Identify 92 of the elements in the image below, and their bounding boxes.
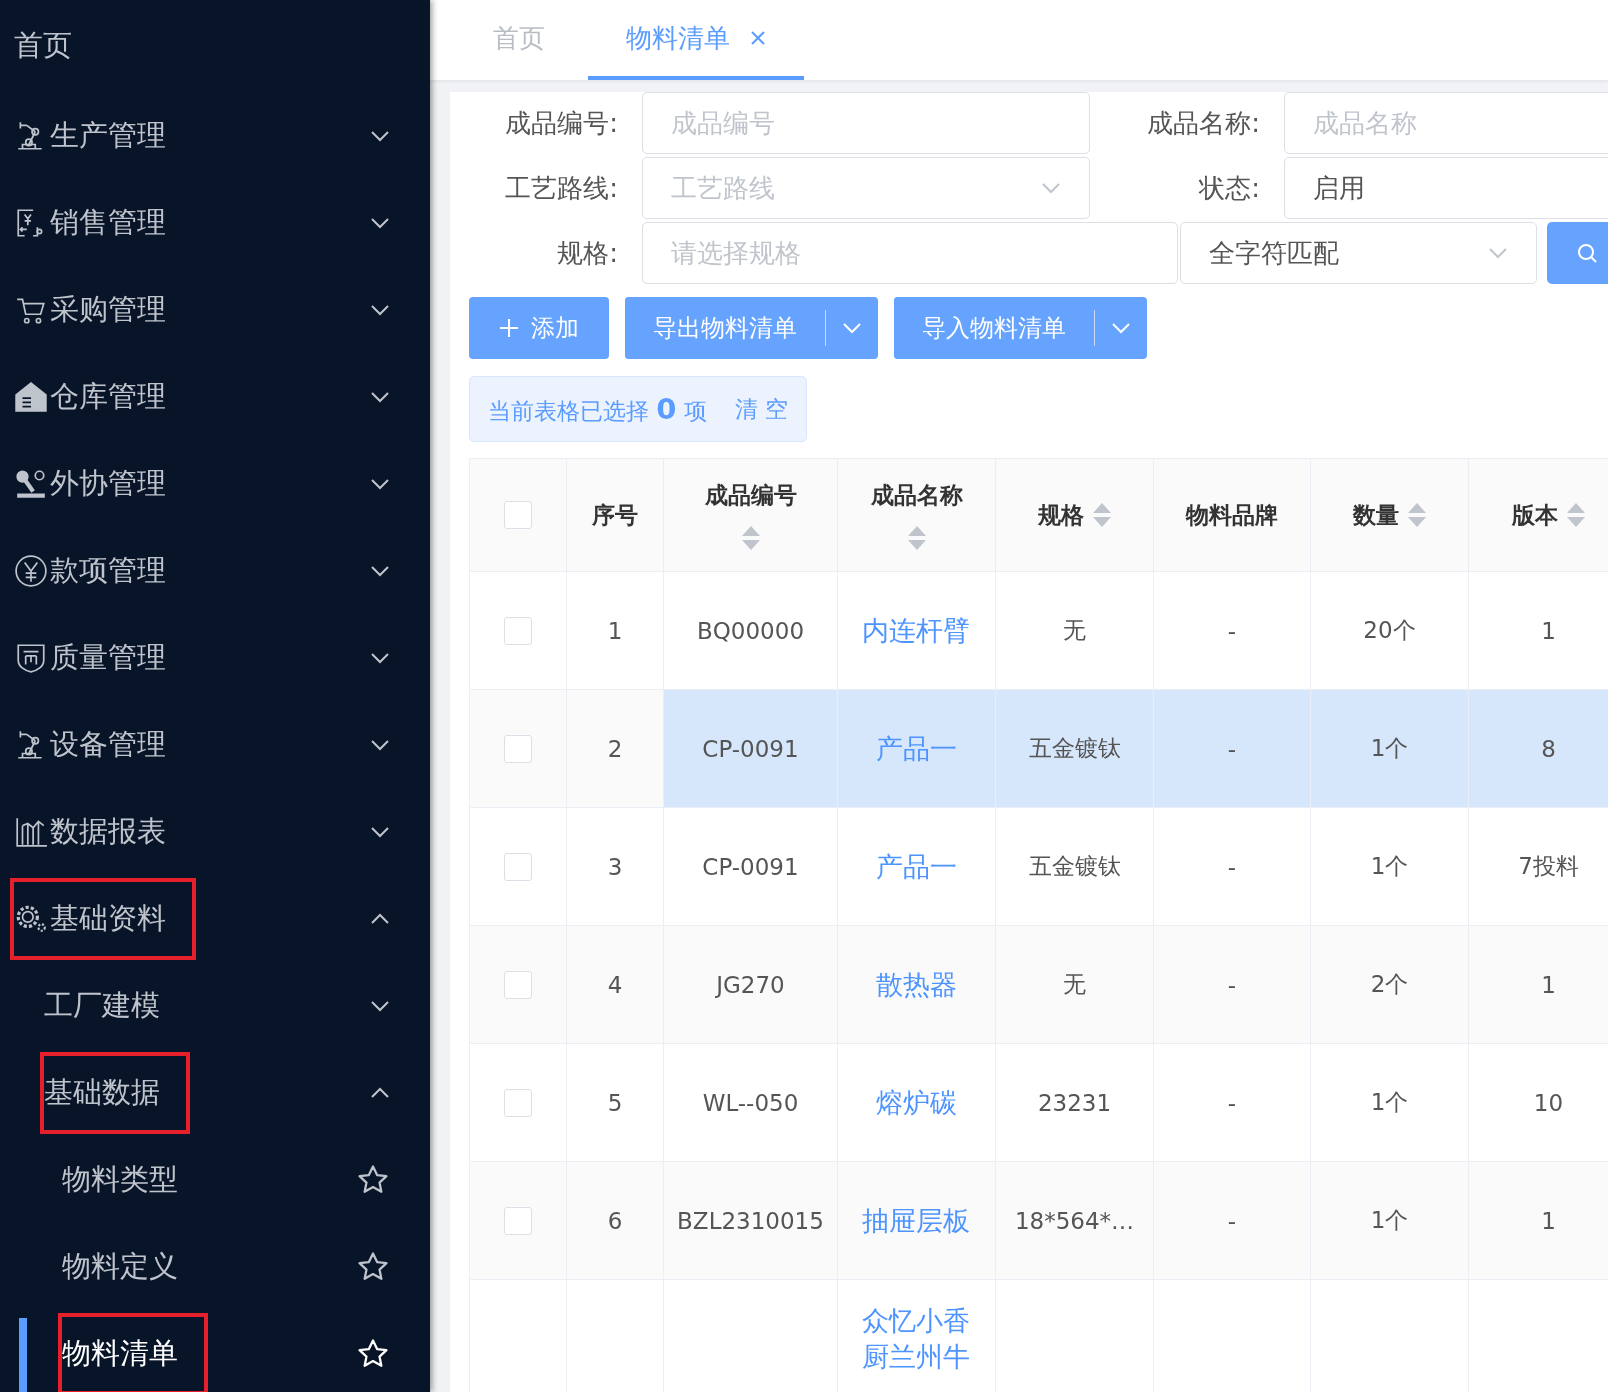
menu-item[interactable]: 物料定义 bbox=[62, 1246, 178, 1287]
table-cell: 1 bbox=[607, 617, 623, 644]
table-cell: 1 bbox=[1541, 1207, 1556, 1234]
table-cell: 无 bbox=[1063, 617, 1086, 643]
menu-item[interactable]: 采购管理 bbox=[50, 289, 166, 330]
table-cell: 五金镀钛 bbox=[1028, 853, 1121, 879]
column-header: 成品名称 bbox=[870, 480, 963, 510]
input-field[interactable]: 成品编号 bbox=[642, 92, 1090, 154]
menu-item[interactable]: 基础资料 bbox=[50, 898, 166, 939]
chevron-down-icon bbox=[1488, 247, 1508, 259]
table-cell: 6 bbox=[607, 1207, 623, 1234]
menu-item[interactable]: 生产管理 bbox=[50, 115, 166, 156]
menu-item[interactable]: 基础数据 bbox=[44, 1072, 160, 1113]
table-cell: 1个 bbox=[1370, 1089, 1409, 1115]
checkbox[interactable] bbox=[504, 970, 532, 999]
table-cell: 10 bbox=[1533, 1089, 1564, 1116]
search-icon bbox=[1575, 241, 1599, 265]
menu-item[interactable]: 数据报表 bbox=[50, 811, 166, 852]
table-cell: 7投料 bbox=[1518, 853, 1579, 879]
table-cell: 1个 bbox=[1370, 1207, 1409, 1233]
table-cell: JG270 bbox=[716, 971, 785, 998]
column-header: 物料品牌 bbox=[1186, 500, 1278, 530]
table-cell: 1 bbox=[1541, 617, 1556, 644]
input-field[interactable]: 成品名称 bbox=[1284, 92, 1608, 154]
column-header: 成品编号 bbox=[704, 480, 797, 510]
checkbox[interactable] bbox=[504, 852, 532, 881]
table-cell: 8 bbox=[1541, 735, 1556, 762]
field-label: 规格: bbox=[556, 236, 618, 270]
column-header: 规格 bbox=[1037, 500, 1084, 530]
table-cell: CP-0091 bbox=[702, 735, 799, 762]
select-field[interactable]: 全字符匹配 bbox=[1180, 222, 1537, 284]
checkbox[interactable] bbox=[504, 1206, 532, 1235]
table-cell: 23231 bbox=[1037, 1089, 1112, 1116]
table-cell: 4 bbox=[607, 971, 623, 998]
menu-item[interactable]: 物料清单 bbox=[62, 1333, 178, 1374]
chevron-down-icon bbox=[842, 322, 862, 334]
menu-item[interactable]: 款项管理 bbox=[50, 550, 166, 591]
table-cell: CP-0091 bbox=[702, 853, 799, 880]
table-cell: 无 bbox=[1063, 971, 1086, 997]
field-label: 状态: bbox=[1197, 171, 1260, 205]
table-cell: - bbox=[1227, 1207, 1237, 1234]
menu-item[interactable]: 外协管理 bbox=[50, 463, 166, 504]
table-cell: 20个 bbox=[1363, 617, 1416, 643]
table-cell: - bbox=[1227, 617, 1237, 644]
menu-item[interactable]: 仓库管理 bbox=[50, 376, 166, 417]
table-cell: 2个 bbox=[1370, 971, 1409, 997]
close-icon[interactable] bbox=[750, 30, 766, 46]
sort-icon[interactable] bbox=[1565, 502, 1586, 528]
menu-item[interactable]: 设备管理 bbox=[50, 724, 166, 765]
checkbox[interactable] bbox=[504, 501, 532, 530]
table-cell: BQ00000 bbox=[696, 617, 805, 644]
search-button[interactable] bbox=[1547, 222, 1608, 284]
column-header: 序号 bbox=[592, 500, 638, 530]
sort-icon[interactable] bbox=[1406, 502, 1427, 528]
table-cell: - bbox=[1227, 735, 1237, 762]
table-cell: 五金镀钛 bbox=[1028, 735, 1121, 761]
table-cell: 1 bbox=[1541, 971, 1556, 998]
table-cell: 1个 bbox=[1370, 735, 1409, 761]
input-field[interactable]: 启用 bbox=[1284, 157, 1608, 219]
chevron-down-icon bbox=[1111, 322, 1131, 334]
menu-item[interactable]: 首页 bbox=[14, 26, 72, 66]
chevron-down-icon bbox=[1041, 182, 1061, 194]
checkbox[interactable] bbox=[504, 616, 532, 645]
table-cell: - bbox=[1227, 971, 1237, 998]
menu-item[interactable]: 物料类型 bbox=[62, 1159, 178, 1200]
field-label: 工艺路线: bbox=[504, 171, 618, 205]
field-label: 成品名称: bbox=[1146, 106, 1260, 140]
sort-icon[interactable] bbox=[740, 524, 761, 551]
table-cell: BZL2310015 bbox=[677, 1207, 824, 1234]
table-cell: 2 bbox=[607, 735, 623, 762]
table-cell: 5 bbox=[607, 1089, 623, 1116]
table-cell: 1个 bbox=[1370, 853, 1409, 879]
column-header: 版本 bbox=[1511, 500, 1558, 530]
menu-item[interactable]: 质量管理 bbox=[50, 637, 166, 678]
sort-icon[interactable] bbox=[1091, 502, 1112, 528]
selection-count-text: 当前表格已选择 0 项 bbox=[488, 391, 707, 427]
plus-icon bbox=[499, 318, 519, 338]
table-cell: - bbox=[1227, 1089, 1237, 1116]
menu-item[interactable]: 销售管理 bbox=[50, 202, 166, 243]
table-cell: WL--050 bbox=[702, 1089, 799, 1116]
warehouse-icon bbox=[14, 379, 48, 414]
table-cell: - bbox=[1227, 853, 1237, 880]
sort-icon[interactable] bbox=[906, 524, 927, 551]
input-field[interactable]: 请选择规格 bbox=[642, 222, 1178, 284]
menu-item[interactable]: 工厂建模 bbox=[44, 985, 160, 1026]
yen-icon bbox=[14, 553, 48, 588]
checkbox[interactable] bbox=[504, 1088, 532, 1117]
checkbox[interactable] bbox=[504, 734, 532, 763]
table-cell: 18*564*… bbox=[1014, 1207, 1135, 1234]
field-label: 成品编号: bbox=[504, 106, 618, 140]
column-header: 数量 bbox=[1352, 500, 1399, 530]
table-cell: 3 bbox=[607, 853, 623, 880]
